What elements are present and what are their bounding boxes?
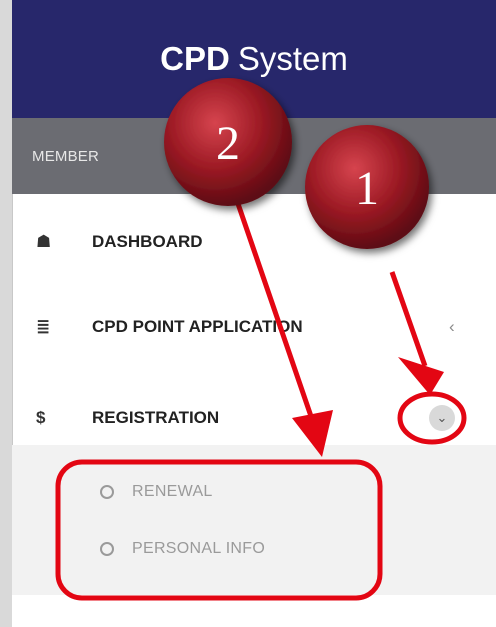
sidebar-item-cpd-point-application[interactable]: ≣ CPD POINT APPLICATION ‹ [12,292,496,362]
registration-submenu: RENEWAL PERSONAL INFO [12,445,496,595]
sidebar-item-registration[interactable]: $ REGISTRATION ⌄ [12,383,496,453]
sidebar-header: CPD System [12,0,496,118]
submenu-item-personal-info[interactable]: PERSONAL INFO [100,540,265,558]
sidebar-item-label: CPD POINT APPLICATION [92,317,303,336]
submenu-item-renewal[interactable]: RENEWAL [100,483,213,501]
chevron-down-icon[interactable]: ⌄ [429,405,455,431]
section-label-member: MEMBER [12,118,496,194]
list-icon: ≣ [36,317,51,336]
section-label: MEMBER [32,147,100,165]
chevron-left-icon[interactable]: ‹ [449,317,455,337]
submenu-item-label: PERSONAL INFO [132,540,266,557]
circle-icon [100,542,114,556]
sidebar-item-label: REGISTRATION [92,408,220,427]
circle-icon [100,485,114,499]
submenu-item-label: RENEWAL [132,483,213,500]
sidebar-footer-space [12,595,496,627]
sidebar-item-dashboard[interactable]: ☗ DASHBOARD [12,207,496,277]
home-icon: ☗ [36,232,52,251]
dollar-icon: $ [36,408,46,427]
app-frame: CPD System MEMBER ☗ DASHBOARD ≣ CPD POIN… [0,0,496,627]
brand-name-rest: System [237,40,348,77]
sidebar-item-label: DASHBOARD [92,232,203,251]
brand-name-strong: CPD [160,40,230,77]
chevron-down-glyph: ⌄ [436,410,448,425]
